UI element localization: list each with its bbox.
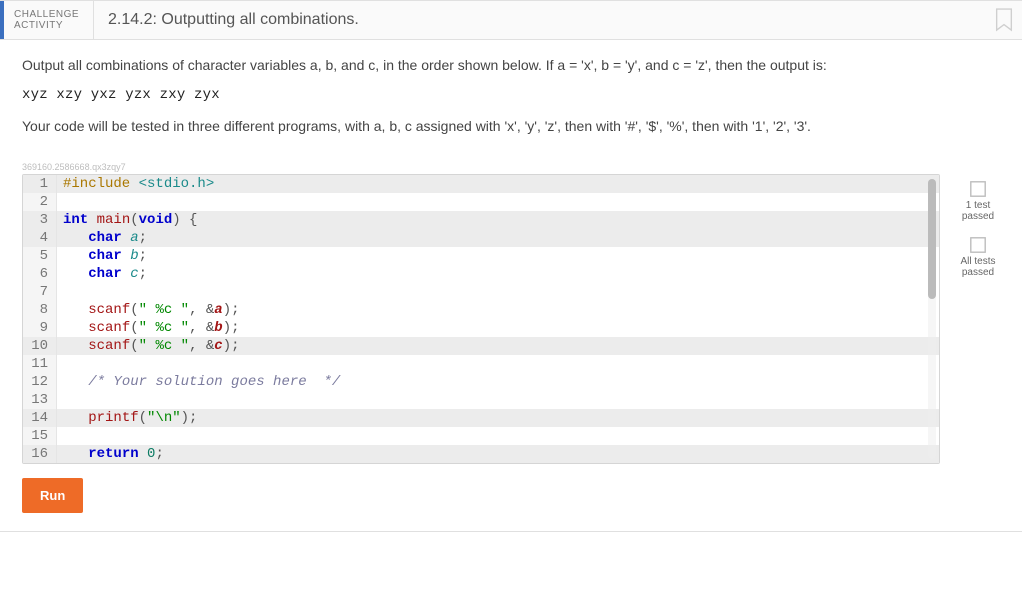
bookmark-icon — [993, 7, 1015, 33]
code-line[interactable]: 10 scanf(" %c ", &c); — [23, 337, 939, 355]
line-number: 8 — [23, 301, 57, 319]
code-line[interactable]: 4 char a; — [23, 229, 939, 247]
code-content[interactable] — [57, 355, 939, 373]
code-content[interactable] — [57, 283, 939, 301]
prompt-paragraph-2: Your code will be tested in three differ… — [22, 117, 1004, 136]
activity-body: Output all combinations of character var… — [0, 40, 1022, 531]
line-number: 3 — [23, 211, 57, 229]
status-column: 1 testpassedAll testspassed — [952, 174, 1004, 292]
code-editor[interactable]: 1#include <stdio.h>23int main(void) {4 c… — [22, 174, 940, 464]
prompt-paragraph-1: Output all combinations of character var… — [22, 56, 1004, 75]
sample-output: xyz xzy yxz yzx zxy zyx — [22, 87, 1004, 103]
code-content[interactable]: char b; — [57, 247, 939, 265]
line-number: 12 — [23, 373, 57, 391]
activity-kind: CHALLENGE ACTIVITY — [4, 1, 94, 39]
status-label-1: All tests — [952, 256, 1004, 267]
line-number: 5 — [23, 247, 57, 265]
challenge-header: CHALLENGE ACTIVITY 2.14.2: Outputting al… — [0, 1, 1022, 40]
code-line[interactable]: 13 — [23, 391, 939, 409]
bookmark-button[interactable] — [986, 1, 1022, 39]
code-content[interactable] — [57, 391, 939, 409]
line-number: 11 — [23, 355, 57, 373]
checkbox-icon — [969, 180, 987, 198]
code-line[interactable]: 9 scanf(" %c ", &b); — [23, 319, 939, 337]
challenge-panel: CHALLENGE ACTIVITY 2.14.2: Outputting al… — [0, 0, 1022, 532]
code-content[interactable]: int main(void) { — [57, 211, 939, 229]
kind-line-1: CHALLENGE — [14, 9, 79, 20]
code-content[interactable]: /* Your solution goes here */ — [57, 373, 939, 391]
code-line[interactable]: 7 — [23, 283, 939, 301]
code-content[interactable]: scanf(" %c ", &a); — [57, 301, 939, 319]
code-line[interactable]: 5 char b; — [23, 247, 939, 265]
test-status-item: 1 testpassed — [952, 180, 1004, 222]
status-label-2: passed — [952, 267, 1004, 278]
line-number: 10 — [23, 337, 57, 355]
test-status-item: All testspassed — [952, 236, 1004, 278]
code-content[interactable]: char c; — [57, 265, 939, 283]
sentinel-id: 369160.2586668.qx3zqy7 — [22, 162, 1004, 172]
line-number: 14 — [23, 409, 57, 427]
line-number: 4 — [23, 229, 57, 247]
line-number: 6 — [23, 265, 57, 283]
kind-line-2: ACTIVITY — [14, 20, 63, 31]
checkbox-icon — [969, 236, 987, 254]
line-number: 16 — [23, 445, 57, 463]
line-number: 7 — [23, 283, 57, 301]
line-number: 9 — [23, 319, 57, 337]
code-line[interactable]: 12 /* Your solution goes here */ — [23, 373, 939, 391]
status-label-1: 1 test — [952, 200, 1004, 211]
code-content[interactable]: scanf(" %c ", &c); — [57, 337, 939, 355]
code-line[interactable]: 1#include <stdio.h> — [23, 175, 939, 193]
line-number: 13 — [23, 391, 57, 409]
status-label-2: passed — [952, 211, 1004, 222]
line-number: 15 — [23, 427, 57, 445]
scrollbar-thumb[interactable] — [928, 179, 936, 299]
line-number: 1 — [23, 175, 57, 193]
code-line[interactable]: 15 — [23, 427, 939, 445]
code-line[interactable]: 16 return 0; — [23, 445, 939, 463]
code-area: 1#include <stdio.h>23int main(void) {4 c… — [22, 174, 1004, 464]
code-content[interactable] — [57, 427, 939, 445]
code-line[interactable]: 14 printf("\n"); — [23, 409, 939, 427]
code-content[interactable] — [57, 193, 939, 211]
code-line[interactable]: 8 scanf(" %c ", &a); — [23, 301, 939, 319]
line-number: 2 — [23, 193, 57, 211]
code-content[interactable]: return 0; — [57, 445, 939, 463]
code-line[interactable]: 3int main(void) { — [23, 211, 939, 229]
code-line[interactable]: 2 — [23, 193, 939, 211]
code-content[interactable]: char a; — [57, 229, 939, 247]
code-line[interactable]: 11 — [23, 355, 939, 373]
code-line[interactable]: 6 char c; — [23, 265, 939, 283]
code-content[interactable]: #include <stdio.h> — [57, 175, 939, 193]
activity-title: 2.14.2: Outputting all combinations. — [94, 1, 986, 39]
code-content[interactable]: printf("\n"); — [57, 409, 939, 427]
run-button[interactable]: Run — [22, 478, 83, 513]
code-content[interactable]: scanf(" %c ", &b); — [57, 319, 939, 337]
